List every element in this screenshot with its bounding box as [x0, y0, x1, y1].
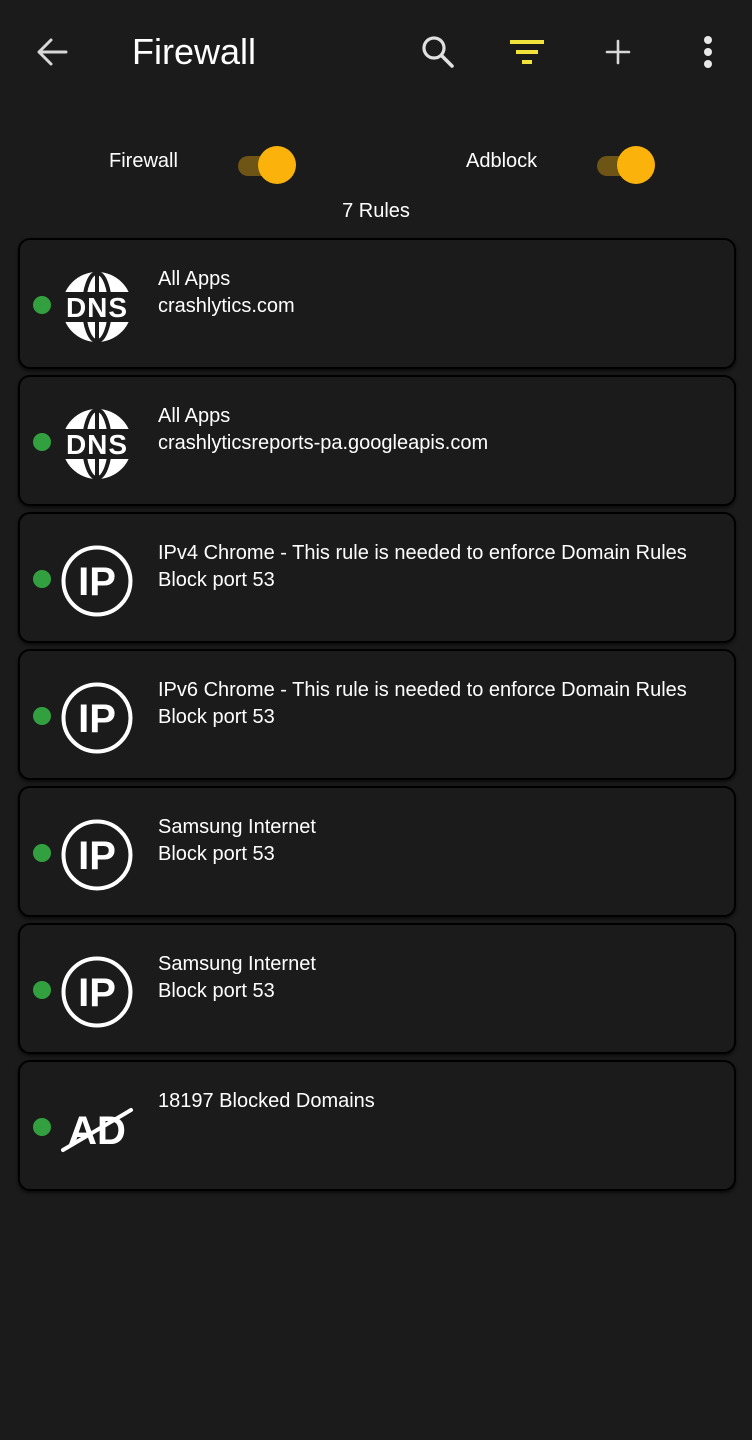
toggle-row: Firewall Adblock — [0, 140, 752, 190]
filter-button[interactable] — [497, 22, 557, 82]
search-button[interactable] — [408, 22, 468, 82]
svg-text:DNS: DNS — [66, 292, 128, 323]
adblock-icon: AD — [61, 1108, 133, 1153]
rule-text: IPv4 Chrome - This rule is needed to enf… — [158, 540, 724, 594]
rule-detail: Block port 53 — [158, 843, 275, 865]
svg-text:IP: IP — [78, 560, 116, 604]
status-dot — [33, 570, 51, 588]
rule-title: IPv4 Chrome - This rule is needed to enf… — [158, 542, 687, 564]
svg-text:IP: IP — [78, 834, 116, 878]
rule-text: All Apps crashlyticsreports-pa.googleapi… — [158, 403, 724, 457]
rule-detail: crashlyticsreports-pa.googleapis.com — [158, 432, 489, 454]
app-bar: Firewall — [0, 0, 752, 104]
rule-list: DNS All Apps crashlytics.com DNS All App… — [18, 238, 736, 1197]
rule-text: IPv6 Chrome - This rule is needed to enf… — [158, 677, 724, 731]
rule-title: All Apps — [158, 405, 231, 427]
status-dot — [33, 1118, 51, 1136]
rule-title: 18197 Blocked Domains — [158, 1090, 375, 1112]
ip-icon: IP — [61, 682, 133, 754]
add-rule-button[interactable] — [588, 22, 648, 82]
rule-detail: Block port 53 — [158, 706, 275, 728]
rule-card[interactable]: DNS All Apps crashlytics.com — [18, 238, 736, 369]
rule-detail: crashlytics.com — [158, 295, 295, 317]
rule-text: Samsung Internet Block port 53 — [158, 951, 724, 1005]
status-dot — [33, 844, 51, 862]
svg-text:IP: IP — [78, 971, 116, 1015]
rule-title: All Apps — [158, 268, 231, 290]
status-dot — [33, 296, 51, 314]
arrow-left-icon — [37, 38, 68, 66]
rule-text: 18197 Blocked Domains — [158, 1088, 724, 1115]
rule-card[interactable]: DNS All Apps crashlyticsreports-pa.googl… — [18, 375, 736, 506]
svg-text:DNS: DNS — [66, 429, 128, 460]
ip-icon: IP — [61, 956, 133, 1028]
rules-count: 7 Rules — [342, 200, 410, 222]
rule-card[interactable]: AD 18197 Blocked Domains — [18, 1060, 736, 1191]
status-dot — [33, 707, 51, 725]
plus-icon — [605, 39, 631, 65]
rule-card[interactable]: IP Samsung Internet Block port 53 — [18, 923, 736, 1054]
rule-title: Samsung Internet — [158, 816, 316, 838]
svg-text:IP: IP — [78, 697, 116, 741]
ip-icon: IP — [61, 545, 133, 617]
rule-card[interactable]: IP IPv4 Chrome - This rule is needed to … — [18, 512, 736, 643]
rule-title: IPv6 Chrome - This rule is needed to enf… — [158, 679, 687, 701]
more-options-button[interactable] — [678, 22, 738, 82]
firewall-toggle[interactable] — [238, 146, 296, 184]
ip-icon: IP — [61, 819, 133, 891]
rule-detail: Block port 53 — [158, 980, 275, 1002]
rule-title: Samsung Internet — [158, 953, 316, 975]
filter-icon — [510, 40, 544, 64]
rule-detail: Block port 53 — [158, 569, 275, 591]
search-icon — [422, 36, 454, 68]
rule-text: All Apps crashlytics.com — [158, 266, 724, 320]
rule-card[interactable]: IP Samsung Internet Block port 53 — [18, 786, 736, 917]
firewall-toggle-label: Firewall — [109, 150, 178, 172]
switch-thumb — [258, 146, 296, 184]
adblock-toggle-label: Adblock — [466, 150, 538, 172]
more-vertical-icon — [704, 36, 712, 68]
page-title: Firewall — [132, 31, 257, 72]
rule-text: Samsung Internet Block port 53 — [158, 814, 724, 868]
adblock-toggle[interactable] — [597, 146, 655, 184]
dns-icon: DNS — [60, 408, 134, 480]
status-dot — [33, 433, 51, 451]
rule-card[interactable]: IP IPv6 Chrome - This rule is needed to … — [18, 649, 736, 780]
status-dot — [33, 981, 51, 999]
switch-thumb — [617, 146, 655, 184]
back-button[interactable] — [22, 22, 82, 82]
dns-icon: DNS — [60, 271, 134, 343]
